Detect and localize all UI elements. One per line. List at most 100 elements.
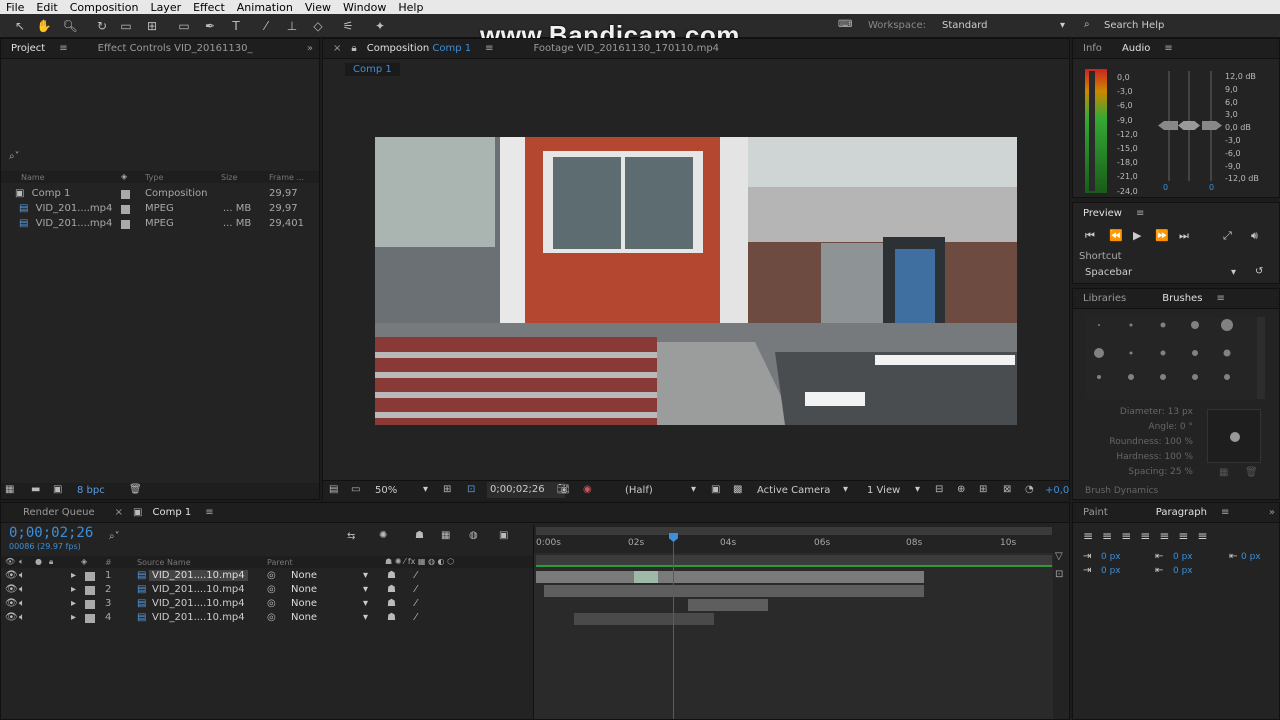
quality-switch-icon[interactable]: ⁄: [415, 584, 417, 595]
pen-tool-icon[interactable]: ✒: [202, 18, 218, 34]
col-type[interactable]: Type: [145, 173, 163, 182]
shy-switch-icon[interactable]: ☗: [387, 612, 396, 623]
tab-paint[interactable]: Paint: [1073, 507, 1118, 518]
interpret-footage-icon[interactable]: ▦: [5, 484, 14, 495]
graph-editor-icon[interactable]: ▣: [499, 530, 508, 541]
time-graph[interactable]: 0:00s 02s 04s 06s 08s 10s: [533, 525, 1054, 719]
first-line-indent-value[interactable]: 0 px: [1101, 566, 1121, 576]
layer-bar[interactable]: [544, 585, 924, 597]
panel-menu-icon[interactable]: ≡: [205, 507, 213, 518]
first-frame-icon[interactable]: ⏮: [1085, 229, 1095, 243]
last-frame-icon[interactable]: ⏭: [1179, 229, 1189, 243]
current-time-display[interactable]: 0;00;02;26: [9, 525, 93, 541]
breadcrumb[interactable]: Comp 1: [345, 63, 400, 76]
spacing-field[interactable]: Spacing: 25 %: [1109, 465, 1193, 480]
parent-select[interactable]: None: [291, 598, 317, 609]
layer-name[interactable]: VID_201....10.mp4: [149, 570, 248, 581]
quality-switch-icon[interactable]: ⁄: [415, 570, 417, 581]
layer-bar[interactable]: [688, 599, 768, 611]
clone-stamp-tool-icon[interactable]: ⊥: [284, 18, 300, 34]
panel-menu-icon[interactable]: ≡: [1164, 43, 1172, 54]
fast-preview-icon[interactable]: ⊕: [957, 484, 965, 495]
project-item[interactable]: ▤ VID_201....mp4 MPEG ... MB 29,97: [19, 203, 298, 217]
magnification-select[interactable]: 50%: [375, 485, 397, 496]
chevron-down-icon[interactable]: ▾: [1060, 20, 1065, 31]
expand-arrow-icon[interactable]: ▸: [71, 584, 76, 595]
col-parent[interactable]: Parent: [267, 558, 293, 567]
menu-view[interactable]: View: [299, 1, 337, 14]
label-color-swatch[interactable]: [85, 586, 95, 595]
safe-margins-icon[interactable]: ⊞: [443, 484, 451, 495]
frame-blending-icon[interactable]: ▦: [441, 530, 450, 541]
menu-help[interactable]: Help: [392, 1, 429, 14]
search-icon[interactable]: ⌕˅: [109, 531, 120, 542]
menu-effect[interactable]: Effect: [187, 1, 231, 14]
chevron-down-icon[interactable]: ▾: [363, 612, 368, 623]
right-level-value[interactable]: 0: [1209, 183, 1214, 192]
hardness-field[interactable]: Hardness: 100 %: [1109, 450, 1193, 465]
speaker-icon[interactable]: 🔈︎: [19, 612, 25, 623]
toggle-pixel-aspect-icon[interactable]: ⊟: [935, 484, 943, 495]
panel-menu-icon[interactable]: ≡: [1136, 208, 1144, 219]
chevron-down-icon[interactable]: ▾: [915, 484, 920, 495]
chevron-down-icon[interactable]: ▾: [1231, 267, 1236, 278]
speaker-icon[interactable]: 🔈︎: [19, 584, 25, 595]
tab-footage[interactable]: Footage VID_20161130_170110.mp4: [523, 43, 729, 54]
roto-brush-tool-icon[interactable]: ⚟: [340, 18, 356, 34]
tab-project[interactable]: Project: [1, 43, 55, 54]
layer-row[interactable]: 👁︎ 🔈︎ ▸ 2 ▤ VID_201....10.mp4 ◎ None ▾ ☗…: [1, 584, 531, 598]
tab-libraries[interactable]: Libraries: [1073, 293, 1136, 304]
brush-dynamics-label[interactable]: Brush Dynamics: [1085, 486, 1158, 496]
parent-select[interactable]: None: [291, 584, 317, 595]
chevron-down-icon[interactable]: ▾: [691, 484, 696, 495]
tab-preview[interactable]: Preview: [1073, 208, 1132, 219]
tab-composition[interactable]: Composition Comp 1: [357, 43, 481, 54]
play-icon[interactable]: ▶: [1133, 229, 1141, 242]
reset-icon[interactable]: ↺: [1255, 266, 1263, 277]
mute-audio-icon[interactable]: 🔊︎: [1251, 229, 1258, 243]
col-size[interactable]: Size: [221, 173, 237, 182]
always-preview-icon[interactable]: ▤: [329, 484, 338, 495]
close-icon[interactable]: ×: [105, 507, 133, 518]
quality-switch-icon[interactable]: ⁄: [415, 598, 417, 609]
tab-paragraph[interactable]: Paragraph: [1146, 507, 1217, 518]
shortcut-select[interactable]: Spacebar: [1085, 267, 1132, 278]
pan-behind-tool-icon[interactable]: ⊞: [144, 18, 160, 34]
comp-mini-flowchart-icon[interactable]: ⇆: [347, 531, 355, 542]
parent-select[interactable]: None: [291, 612, 317, 623]
layer-row[interactable]: 👁︎ 🔈︎ ▸ 3 ▤ VID_201....10.mp4 ◎ None ▾ ☗…: [1, 598, 531, 612]
project-item[interactable]: ▣ Comp 1 Composition 29,97: [15, 188, 298, 202]
roundness-field[interactable]: Roundness: 100 %: [1109, 435, 1193, 450]
puppet-pin-tool-icon[interactable]: ✦: [372, 18, 388, 34]
align-buttons[interactable]: ≡≡≡≡≡≡≡: [1083, 529, 1216, 543]
channel-icon[interactable]: ◉: [583, 484, 592, 495]
next-frame-icon[interactable]: ⏩: [1155, 229, 1169, 242]
mask-visibility-icon[interactable]: ⊡: [467, 484, 475, 495]
col-name[interactable]: Name: [21, 173, 45, 182]
col-source-name[interactable]: Source Name: [137, 558, 191, 567]
layer-name[interactable]: VID_201....10.mp4: [152, 598, 245, 609]
menu-file[interactable]: File: [0, 1, 30, 14]
tab-render-queue[interactable]: Render Queue: [1, 507, 105, 518]
transparency-grid-icon[interactable]: ▩: [733, 484, 742, 495]
brush-tool-icon[interactable]: ⁄: [258, 18, 274, 34]
indent-left-value[interactable]: 0 px: [1101, 552, 1121, 562]
pickwhip-icon[interactable]: ◎: [267, 584, 276, 595]
shy-switch-icon[interactable]: ☗: [387, 570, 396, 581]
previous-frame-icon[interactable]: ⏪: [1109, 229, 1123, 242]
menu-animation[interactable]: Animation: [231, 1, 299, 14]
layer-bar-selection[interactable]: [634, 571, 658, 583]
label-color-swatch[interactable]: [121, 190, 130, 199]
brush-tip-grid[interactable]: [1085, 317, 1257, 399]
work-area-bar[interactable]: [536, 527, 1052, 535]
view-layout-select[interactable]: 1 View: [867, 485, 900, 496]
current-time[interactable]: 0;00;02;26: [487, 482, 565, 498]
speaker-icon[interactable]: 🔈︎: [19, 598, 25, 609]
search-help-input[interactable]: Search Help: [1104, 20, 1164, 31]
layer-bar[interactable]: [536, 571, 924, 583]
region-icon[interactable]: ▭: [351, 484, 360, 495]
menu-edit[interactable]: Edit: [30, 1, 63, 14]
text-tool-icon[interactable]: T: [228, 18, 244, 34]
shy-switch-icon[interactable]: ☗: [387, 584, 396, 595]
eraser-tool-icon[interactable]: ◇: [310, 18, 326, 34]
